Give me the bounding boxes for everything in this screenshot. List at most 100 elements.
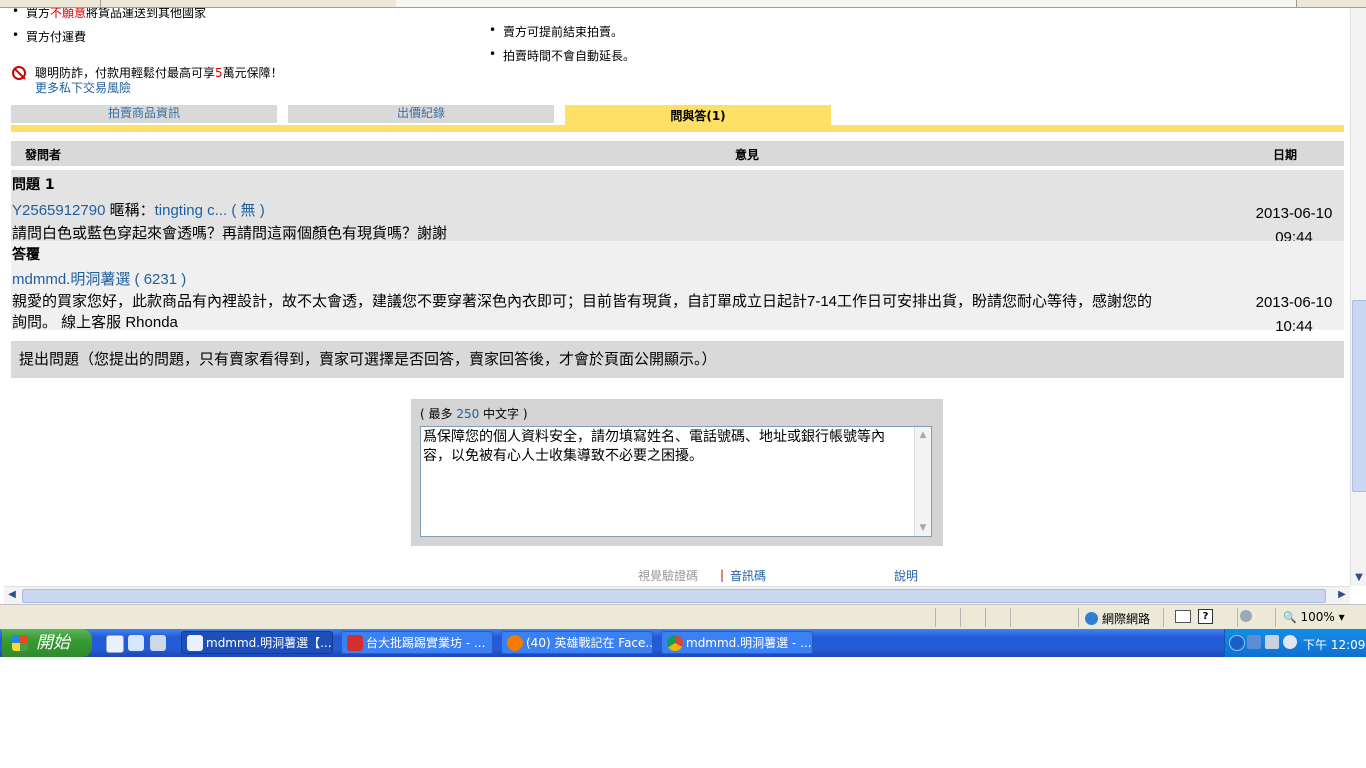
status-divider <box>985 608 986 627</box>
ie-quicklaunch-icon[interactable] <box>106 635 124 653</box>
answer-meta: mdmmd.明洞薯選 ( 6231 ) <box>12 268 186 289</box>
taskbar-window-chrome[interactable]: mdmmd.明洞薯選 - ... <box>661 631 813 654</box>
status-divider <box>1237 608 1238 627</box>
protected-mode-icon[interactable] <box>1240 610 1252 622</box>
help-link[interactable]: 說明 <box>894 567 918 584</box>
status-divider <box>1010 608 1011 627</box>
fraud-text-post: 萬元保障！ <box>222 66 283 80</box>
qa-table-header: 發問者 意見 日期 <box>11 141 1344 166</box>
security-zone[interactable]: 網際網路 <box>1085 610 1150 627</box>
tab-item-info[interactable]: 拍賣商品資訊 <box>11 105 277 123</box>
vertical-scroll-thumb[interactable] <box>1352 300 1366 492</box>
horizontal-scrollbar[interactable]: ◀ ▶ <box>4 586 1350 604</box>
zoom-level[interactable]: 🔍 100% ▾ <box>1283 610 1345 624</box>
keyboard-icon[interactable] <box>1175 610 1191 623</box>
windows-taskbar: 開始 mdmmd.明洞薯選【... 台大批踢踢實業坊 - ... (40) 英雄… <box>0 629 1366 657</box>
visual-captcha-link[interactable]: 視覺驗證碼 <box>638 567 698 584</box>
task-label: mdmmd.明洞薯選【... <box>206 636 332 650</box>
status-divider <box>1163 608 1164 627</box>
answer-title: 答覆 <box>12 247 40 263</box>
chrome-icon <box>667 635 683 651</box>
start-button[interactable]: 開始 <box>2 629 92 657</box>
task-label: mdmmd.明洞薯選 - ... <box>686 636 812 650</box>
task-label: (40) 英雄戰記在 Face... <box>526 636 653 650</box>
seller-rating-link[interactable]: 6231 <box>144 271 177 288</box>
nick-link[interactable]: tingting c... <box>155 202 228 219</box>
scroll-right-icon[interactable]: ▶ <box>1334 587 1350 603</box>
clock[interactable]: 下午 12:09 <box>1303 636 1365 653</box>
browser-status-bar: 網際網路 ? 🔍 100% ▾ <box>0 604 1366 630</box>
frame-segment <box>0 0 101 7</box>
tray-expand-icon[interactable] <box>1229 635 1245 651</box>
system-tray: 下午 12:09 <box>1224 629 1366 657</box>
question-title: 問題 1 <box>12 177 55 193</box>
asker-link[interactable]: Y2565912790 <box>12 202 105 219</box>
windows-logo-icon <box>12 635 28 651</box>
zoom-value: 100% <box>1300 610 1335 624</box>
textarea-placeholder: 爲保障您的個人資料安全，請勿填寫姓名、電話號碼、地址或銀行帳號等內容，以免被有心… <box>423 429 885 464</box>
scroll-up-icon[interactable] <box>1351 8 1366 24</box>
tab-underline <box>11 125 1344 132</box>
help-icon[interactable]: ? <box>1198 609 1213 624</box>
bullet-item: 拍賣時間不會自動延長。 <box>489 47 635 64</box>
status-divider <box>935 608 936 627</box>
bullet-text: 買方 <box>26 8 51 20</box>
asker-rating-link[interactable]: 無 <box>241 202 256 219</box>
antivirus-icon[interactable] <box>1283 635 1297 649</box>
bullet-item: 賣方可提前結束拍賣。 <box>489 23 623 40</box>
no-entry-icon <box>12 66 26 80</box>
scroll-up-icon[interactable]: ▲ <box>916 428 930 442</box>
taskbar-window-ptt[interactable]: 台大批踢踢實業坊 - ... <box>341 631 493 654</box>
answer-time: 10:44 <box>1275 318 1313 335</box>
question-textarea[interactable]: 爲保障您的個人資料安全，請勿填寫姓名、電話號碼、地址或銀行帳號等內容，以免被有心… <box>420 426 932 537</box>
bullet-item: 買方付運費 <box>12 28 87 45</box>
seller-link[interactable]: mdmmd.明洞薯選 <box>12 271 130 288</box>
volume-icon[interactable] <box>1265 635 1279 649</box>
status-divider <box>1078 608 1079 627</box>
bullet-highlight: 不願意 <box>50 8 87 20</box>
ie-icon <box>187 635 203 651</box>
audio-captcha-link[interactable]: 音訊碼 <box>730 567 766 584</box>
horizontal-scroll-thumb[interactable] <box>22 589 1326 603</box>
taskbar-window-firefox[interactable]: (40) 英雄戰記在 Face... <box>501 631 653 654</box>
fraud-amount: 5 <box>215 66 223 80</box>
globe-icon <box>1085 612 1098 625</box>
tab-bid-history[interactable]: 出價紀錄 <box>288 105 554 123</box>
scroll-down-icon[interactable]: ▼ <box>1351 570 1366 586</box>
bullet-text: 買方付運費 <box>26 30 87 44</box>
tab-qa[interactable]: 問與答(1) <box>565 105 831 126</box>
rating-close: ) <box>259 202 265 219</box>
scroll-down-icon[interactable]: ▼ <box>916 521 930 535</box>
char-limit-label: ( 最多 250 中文字 ) <box>420 405 528 422</box>
vertical-scrollbar[interactable]: ▼ <box>1350 8 1366 586</box>
chevron-down-icon[interactable]: ▾ <box>1339 610 1345 624</box>
char-limit-pre: ( 最多 <box>420 407 457 421</box>
answer-text-line1: 親愛的買家您好，此款商品有內裡設計，故不太會透，建議您不要穿著深色內衣即可；目前… <box>12 293 1153 310</box>
messenger-quicklaunch-icon[interactable] <box>128 635 144 651</box>
page-viewport: 買方不願意將貨品運送到其他國家 買方付運費 賣方可提前結束拍賣。 拍賣時間不會自… <box>4 8 1350 586</box>
pcman-icon <box>347 635 363 651</box>
question-meta: Y2565912790 暱稱：tingting c... ( 無 ) <box>12 199 265 220</box>
top-frame-strip <box>0 0 1366 8</box>
tab-label: 出價紀錄 <box>396 106 445 120</box>
captcha-separator: | <box>720 568 725 582</box>
frame-segment <box>100 0 397 7</box>
rating-close: ) <box>181 271 187 288</box>
answer-text-line2: 詢問。 線上客服 Rhonda <box>12 314 178 331</box>
question-date: 2013-06-10 <box>1255 205 1333 222</box>
char-limit-post: 中文字 ) <box>479 407 528 421</box>
taskbar-window-ie[interactable]: mdmmd.明洞薯選【... <box>181 631 333 654</box>
frame-segment <box>396 0 1297 7</box>
scroll-left-icon[interactable]: ◀ <box>4 587 20 603</box>
textarea-scrollbar[interactable]: ▲ ▼ <box>914 427 931 536</box>
question-input-box: ( 最多 250 中文字 ) 爲保障您的個人資料安全，請勿填寫姓名、電話號碼、地… <box>411 399 943 546</box>
char-limit-number: 250 <box>456 407 480 421</box>
answer-row: 答覆 mdmmd.明洞薯選 ( 6231 ) 親愛的買家您好，此款商品有內裡設計… <box>11 241 1344 335</box>
risk-link[interactable]: 更多私下交易風險 <box>35 79 131 96</box>
ask-question-bar: 提出問題（您提出的問題，只有賣家看得到，賣家可選擇是否回答，賣家回答後，才會於頁… <box>11 341 1344 378</box>
column-opinion: 意見 <box>735 148 760 162</box>
desktop-quicklaunch-icon[interactable] <box>150 635 166 651</box>
network-icon[interactable] <box>1247 635 1261 649</box>
rating-open: ( <box>134 271 140 288</box>
question-row: 問題 1 Y2565912790 暱稱：tingting c... ( 無 ) … <box>11 170 1344 246</box>
